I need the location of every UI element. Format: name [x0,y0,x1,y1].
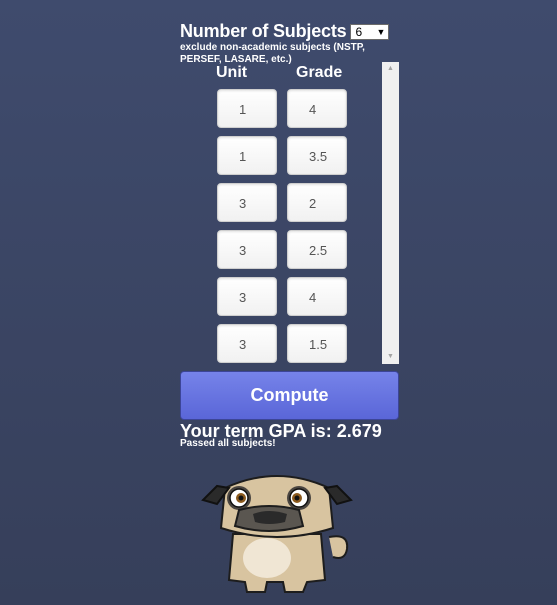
grade-input[interactable]: 1.5 [287,324,347,363]
unit-input[interactable]: 3 [217,324,277,363]
unit-input[interactable]: 3 [217,183,277,222]
grade-input[interactable]: 4 [287,89,347,128]
grade-column-header: Grade [296,64,343,81]
subjects-row: Number of Subjects 6 ▼ [180,21,390,41]
unit-input[interactable]: 3 [217,230,277,269]
subjects-select[interactable]: 6 ▼ [350,24,390,40]
subject-row: 3 2 [217,183,349,230]
subject-row: 1 4 [217,89,349,136]
grade-input[interactable]: 4 [287,277,347,316]
subject-row: 3 2.5 [217,230,349,277]
unit-column-header: Unit [216,64,248,81]
rows-scrollbar[interactable]: ▲ ▼ [382,62,399,364]
pug-mascot-icon [201,475,353,593]
chevron-down-icon: ▼ [376,27,386,37]
unit-input[interactable]: 3 [217,277,277,316]
subject-row: 3 4 [217,277,349,324]
subject-rows: 1 4 1 3.5 3 2 3 2.5 3 4 3 1.5 [217,89,349,371]
subject-row: 3 1.5 [217,324,349,371]
subjects-select-value: 6 [355,25,363,39]
grade-input[interactable]: 2.5 [287,230,347,269]
subjects-label: Number of Subjects [180,21,347,41]
scroll-down-icon[interactable]: ▼ [382,350,399,364]
subjects-note: exclude non-academic subjects (NSTP, PER… [180,42,365,65]
grade-input[interactable]: 3.5 [287,136,347,175]
pass-status: Passed all subjects! [180,438,276,449]
unit-input[interactable]: 1 [217,136,277,175]
unit-input[interactable]: 1 [217,89,277,128]
subject-row: 1 3.5 [217,136,349,183]
scroll-up-icon[interactable]: ▲ [382,62,399,76]
grade-input[interactable]: 2 [287,183,347,222]
compute-button[interactable]: Compute [180,371,399,420]
